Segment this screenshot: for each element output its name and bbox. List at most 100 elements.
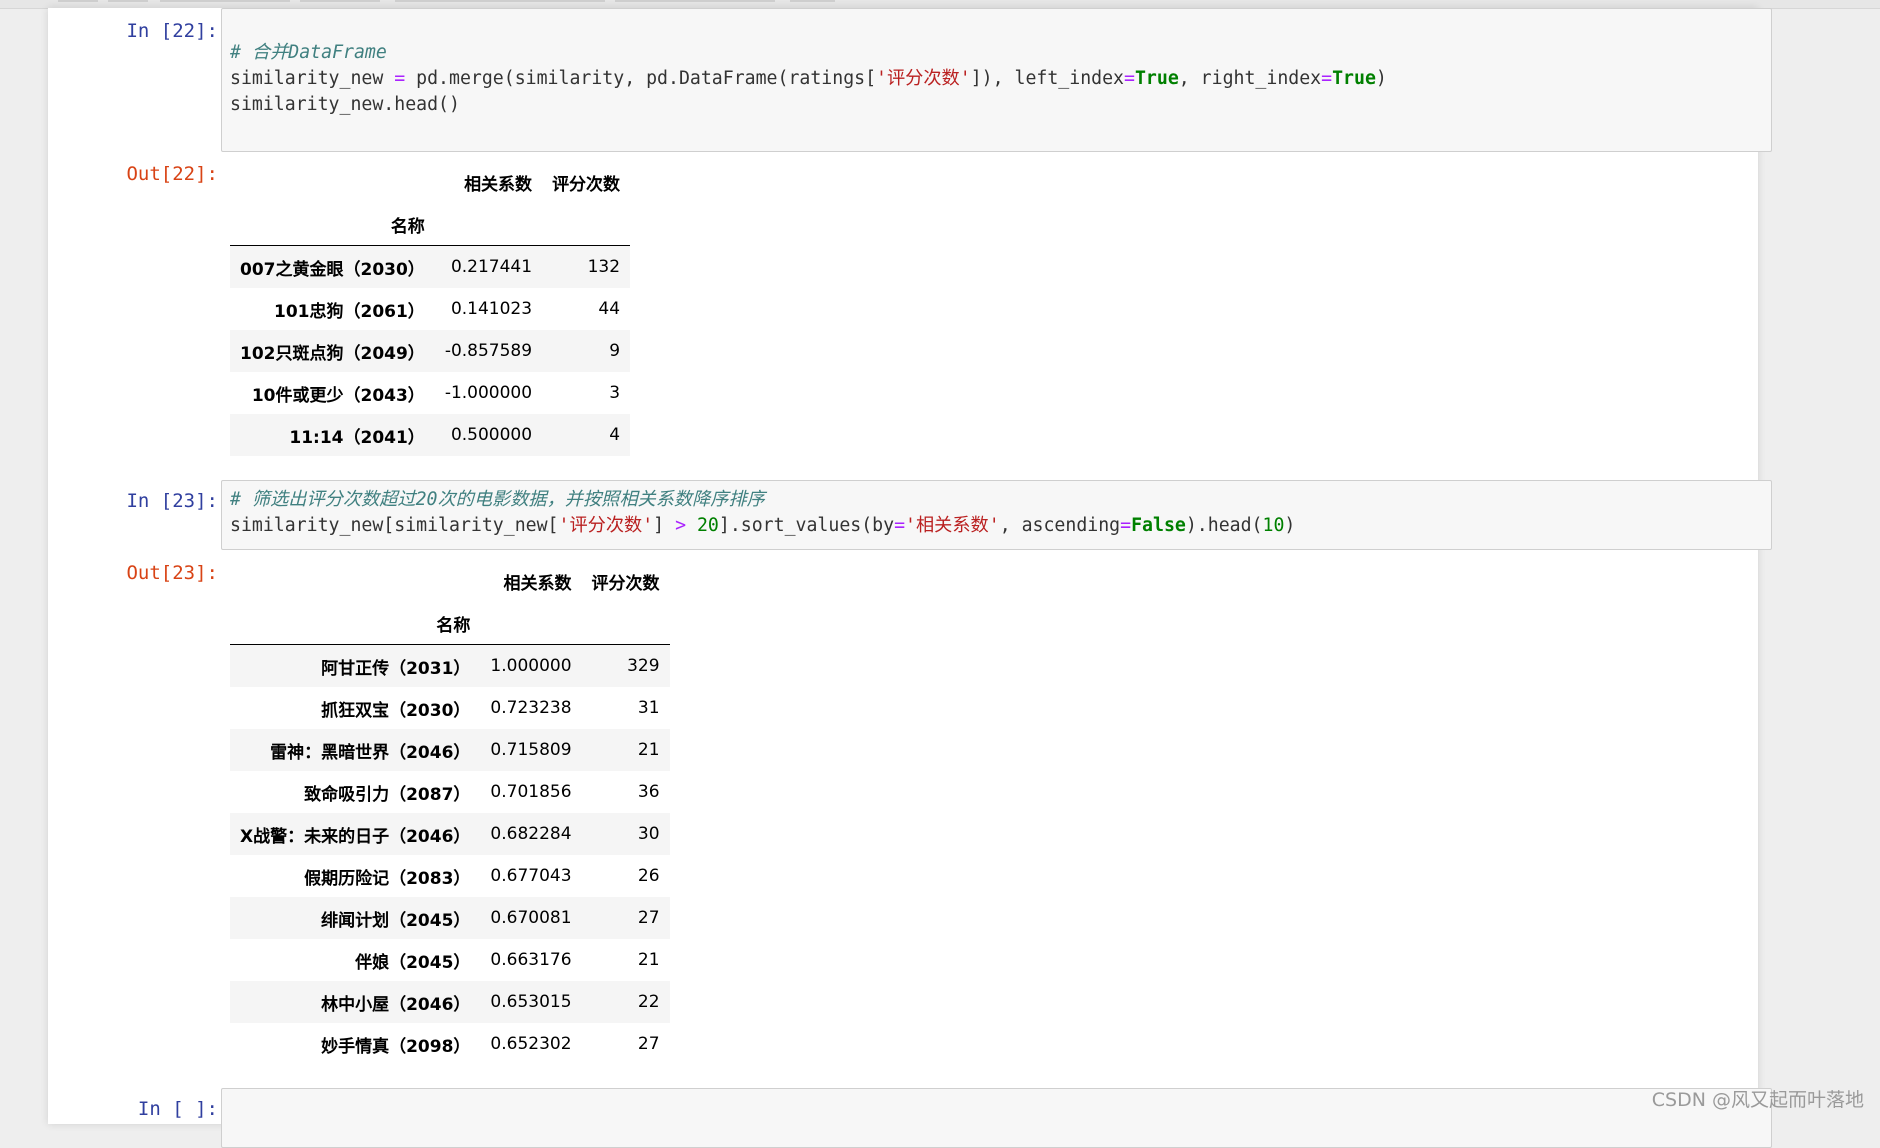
table-cell: -1.000000	[435, 372, 542, 414]
code-token: , ascending	[1000, 515, 1120, 536]
table-row: 102只斑点狗（2049）-0.8575899	[230, 330, 630, 372]
code-token: =	[1120, 515, 1131, 536]
table-cell: 27	[582, 897, 670, 939]
index-name-blank	[480, 602, 581, 645]
header-blank	[230, 560, 480, 602]
table-cell: 21	[582, 729, 670, 771]
table-cell: 0.652302	[480, 1023, 581, 1065]
table-cell: 31	[582, 687, 670, 729]
code-editor[interactable]: # 合并DataFramesimilarity_new = pd.merge(s…	[230, 40, 1387, 118]
index-name-blank	[542, 203, 630, 246]
index-name-row: 名称	[230, 602, 670, 645]
table-cell: 21	[582, 939, 670, 981]
code-token: ].sort_values(by	[719, 515, 894, 536]
index-name-blank	[435, 203, 542, 246]
code-token: 10	[1263, 515, 1285, 536]
table-header-row: 相关系数评分次数	[230, 560, 670, 602]
table-cell: 0.663176	[480, 939, 581, 981]
code-editor[interactable]: # 筛选出评分次数超过20次的电影数据，并按照相关系数降序排序 similarit…	[230, 487, 1295, 539]
code-token: pd.merge(similarity, pd.DataFrame(rating…	[405, 68, 876, 89]
toolbar-button-edge[interactable]	[58, 0, 98, 2]
table-cell: 27	[582, 1023, 670, 1065]
code-token: True	[1332, 68, 1376, 89]
code-token: ]), left_index	[971, 68, 1124, 89]
row-index-label: 伴娘（2045）	[230, 939, 480, 981]
column-header: 相关系数	[435, 161, 542, 203]
code-token: '评分次数'	[876, 68, 971, 89]
index-name-blank	[582, 602, 670, 645]
toolbar-button-edge[interactable]	[300, 0, 380, 2]
code-cell-input-empty[interactable]	[221, 1088, 1772, 1148]
code-line: similarity_new.head()	[230, 92, 1387, 118]
code-token: >	[675, 515, 686, 536]
code-line: # 合并DataFrame	[230, 40, 1387, 66]
code-token: =	[394, 68, 405, 89]
code-token: )	[1284, 515, 1295, 536]
row-index-label: 007之黄金眼（2030）	[230, 246, 435, 289]
table-cell: 0.677043	[480, 855, 581, 897]
code-token: similarity_new.head()	[230, 94, 460, 115]
table-cell: 0.682284	[480, 813, 581, 855]
table-row: X战警：未来的日子（2046）0.68228430	[230, 813, 670, 855]
code-token: )	[1376, 68, 1387, 89]
row-index-label: 假期历险记（2083）	[230, 855, 480, 897]
code-token: =	[894, 515, 905, 536]
code-token: , right_index	[1179, 68, 1321, 89]
input-prompt: In [22]:	[48, 18, 218, 44]
code-cell-input[interactable]: # 筛选出评分次数超过20次的电影数据，并按照相关系数降序排序 similarit…	[221, 480, 1772, 550]
code-token	[686, 515, 697, 536]
table-cell: 30	[582, 813, 670, 855]
table-row: 101忠狗（2061）0.14102344	[230, 288, 630, 330]
row-index-label: 10件或更少（2043）	[230, 372, 435, 414]
table-cell: 36	[582, 771, 670, 813]
code-token: 20	[697, 515, 719, 536]
index-name: 名称	[230, 602, 480, 645]
table-row: 伴娘（2045）0.66317621	[230, 939, 670, 981]
row-index-label: 林中小屋（2046）	[230, 981, 480, 1023]
code-token: '相关系数'	[905, 515, 1000, 536]
table-cell: 0.653015	[480, 981, 581, 1023]
row-index-label: 雷神：黑暗世界（2046）	[230, 729, 480, 771]
table-row: 阿甘正传（2031）1.000000329	[230, 645, 670, 688]
code-cell-input[interactable]: # 合并DataFramesimilarity_new = pd.merge(s…	[221, 8, 1772, 152]
table-cell: 0.217441	[435, 246, 542, 289]
code-token: # 筛选出评分次数超过20次的电影数据，并按照相关系数降序排序	[230, 489, 765, 510]
table-cell: 0.701856	[480, 771, 581, 813]
table-cell: 0.670081	[480, 897, 581, 939]
output-prompt: Out[22]:	[48, 161, 218, 187]
table-cell: 0.715809	[480, 729, 581, 771]
header-blank	[230, 161, 435, 203]
table-cell: 9	[542, 330, 630, 372]
toolbar-button-edge[interactable]	[395, 0, 605, 2]
row-index-label: 102只斑点狗（2049）	[230, 330, 435, 372]
table-cell: 44	[542, 288, 630, 330]
code-line: similarity_new[similarity_new['评分次数'] > …	[230, 513, 1295, 539]
watermark: CSDN @风又起而叶落地	[1652, 1085, 1864, 1112]
code-token: False	[1131, 515, 1186, 536]
toolbar-button-edge[interactable]	[615, 0, 775, 2]
toolbar-button-edge[interactable]	[790, 0, 835, 2]
table-row: 妙手情真（2098）0.65230227	[230, 1023, 670, 1065]
code-token: True	[1135, 68, 1179, 89]
table-cell: 0.500000	[435, 414, 542, 456]
table-row: 007之黄金眼（2030）0.217441132	[230, 246, 630, 289]
row-index-label: 抓狂双宝（2030）	[230, 687, 480, 729]
table-cell: 22	[582, 981, 670, 1023]
row-index-label: 绯闻计划（2045）	[230, 897, 480, 939]
dataframe-table: 相关系数评分次数名称阿甘正传（2031）1.000000329抓狂双宝（2030…	[230, 560, 670, 1065]
code-line: similarity_new = pd.merge(similarity, pd…	[230, 66, 1387, 92]
row-index-label: X战警：未来的日子（2046）	[230, 813, 480, 855]
table-cell: 0.723238	[480, 687, 581, 729]
row-index-label: 致命吸引力（2087）	[230, 771, 480, 813]
toolbar-button-edge[interactable]	[108, 0, 148, 2]
notebook-container: In [22]: # 合并DataFramesimilarity_new = p…	[48, 8, 1758, 1124]
column-header: 评分次数	[582, 560, 670, 602]
code-token: =	[1124, 68, 1135, 89]
input-prompt: In [23]:	[48, 488, 218, 514]
index-name-row: 名称	[230, 203, 630, 246]
column-header: 相关系数	[480, 560, 581, 602]
row-index-label: 101忠狗（2061）	[230, 288, 435, 330]
code-token: =	[1321, 68, 1332, 89]
table-row: 雷神：黑暗世界（2046）0.71580921	[230, 729, 670, 771]
toolbar-button-edge[interactable]	[160, 0, 290, 2]
